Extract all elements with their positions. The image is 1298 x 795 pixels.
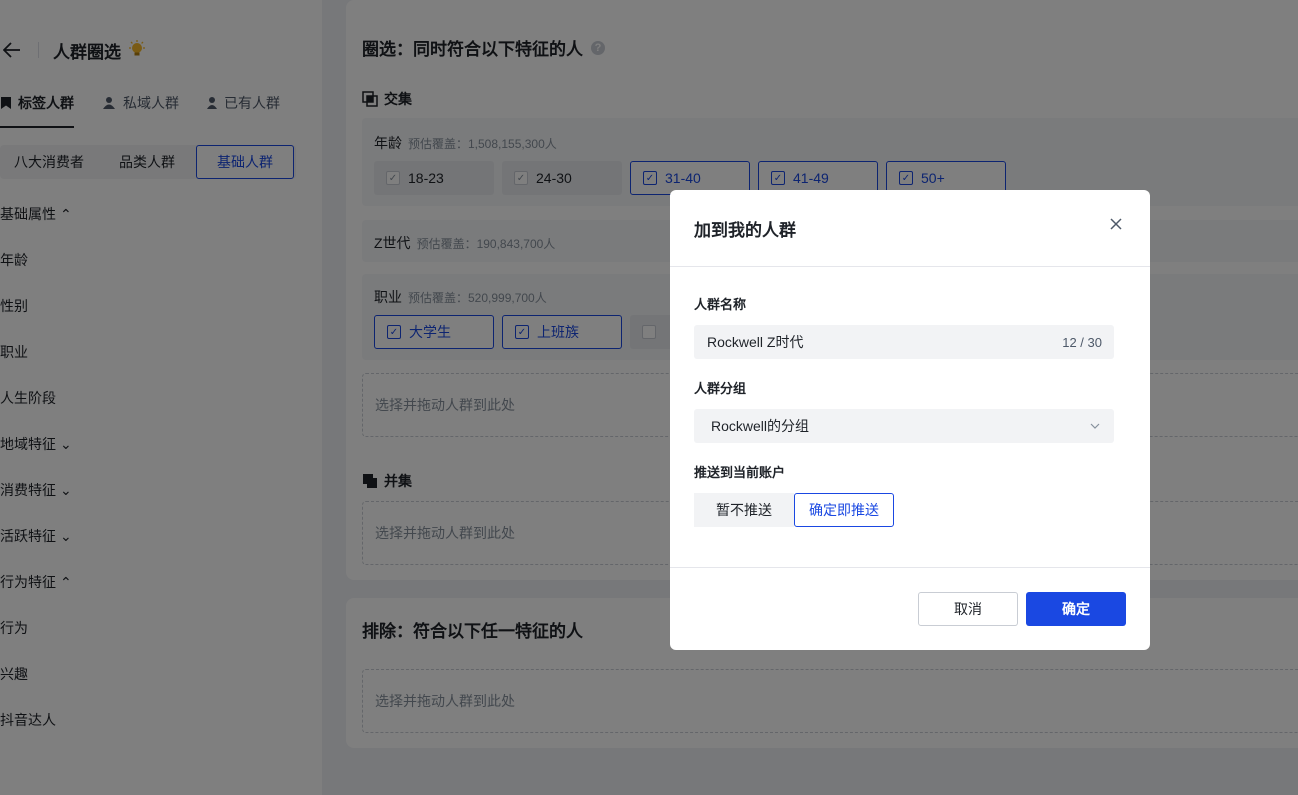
push-option-no[interactable]: 暂不推送 bbox=[694, 493, 794, 527]
crowd-name-value: Rockwell Z时代 bbox=[707, 334, 804, 350]
dialog-divider bbox=[670, 266, 1150, 267]
crowd-group-label: 人群分组 bbox=[694, 381, 747, 396]
dialog-title: 加到我的人群 bbox=[694, 221, 796, 240]
push-option-yes[interactable]: 确定即推送 bbox=[794, 493, 894, 527]
confirm-button[interactable]: 确定 bbox=[1026, 592, 1126, 626]
dialog-footer-divider bbox=[670, 567, 1150, 568]
cancel-button[interactable]: 取消 bbox=[918, 592, 1018, 626]
close-icon[interactable] bbox=[1108, 216, 1124, 232]
push-options: 暂不推送 确定即推送 bbox=[694, 493, 894, 527]
crowd-group-select[interactable]: Rockwell的分组 bbox=[694, 409, 1114, 443]
crowd-group-value: Rockwell的分组 bbox=[711, 418, 810, 434]
chevron-down-icon bbox=[1090, 423, 1100, 429]
char-count: 12 / 30 bbox=[1062, 334, 1102, 350]
crowd-name-input[interactable]: Rockwell Z时代 12 / 30 bbox=[694, 325, 1114, 359]
crowd-name-label: 人群名称 bbox=[694, 297, 747, 312]
add-to-my-crowd-dialog: 加到我的人群 人群名称 Rockwell Z时代 12 / 30 人群分组 Ro… bbox=[670, 190, 1150, 650]
push-label: 推送到当前账户 bbox=[694, 465, 786, 480]
